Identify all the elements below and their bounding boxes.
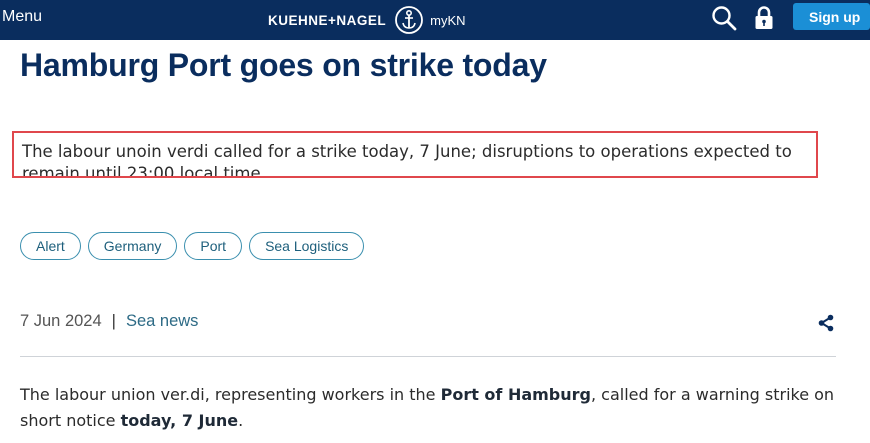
brand-logo[interactable]: KUEHNE+NAGEL myKN xyxy=(268,0,466,40)
body-bold-date: today, 7 June xyxy=(120,411,239,430)
meta-separator: | xyxy=(111,312,116,330)
article-lead: The labour unoin verdi called for a stri… xyxy=(22,142,792,178)
lock-icon[interactable] xyxy=(754,5,774,31)
tag-germany[interactable]: Germany xyxy=(87,232,178,260)
anchor-logo-icon xyxy=(395,6,424,34)
menu-button[interactable]: Menu xyxy=(2,8,42,26)
body-text-3: . xyxy=(238,411,244,430)
tag-list: Alert Germany Port Sea Logistics xyxy=(20,232,365,260)
body-text-1: The labour union ver.di, representing wo… xyxy=(20,385,441,404)
signup-button[interactable]: Sign up xyxy=(793,3,870,30)
article-body-paragraph: The labour union ver.di, representing wo… xyxy=(20,382,850,434)
top-navigation-bar: Menu KUEHNE+NAGEL myKN Sign up xyxy=(0,0,870,40)
article-meta: 7 Jun 2024 | Sea news xyxy=(20,312,198,331)
mykn-label: myKN xyxy=(430,12,466,28)
publish-date: 7 Jun 2024 xyxy=(20,312,102,330)
highlighted-lead-box: The labour unoin verdi called for a stri… xyxy=(12,131,818,178)
search-icon[interactable] xyxy=(711,5,737,31)
tag-port[interactable]: Port xyxy=(184,232,243,260)
tag-alert[interactable]: Alert xyxy=(20,232,81,260)
page-title: Hamburg Port goes on strike today xyxy=(20,47,547,83)
divider xyxy=(20,356,836,357)
category-link[interactable]: Sea news xyxy=(126,312,198,331)
brand-name: KUEHNE+NAGEL xyxy=(268,12,387,28)
tag-sea-logistics[interactable]: Sea Logistics xyxy=(249,232,365,260)
share-icon[interactable] xyxy=(817,314,835,332)
body-bold-port: Port of Hamburg xyxy=(440,385,591,404)
